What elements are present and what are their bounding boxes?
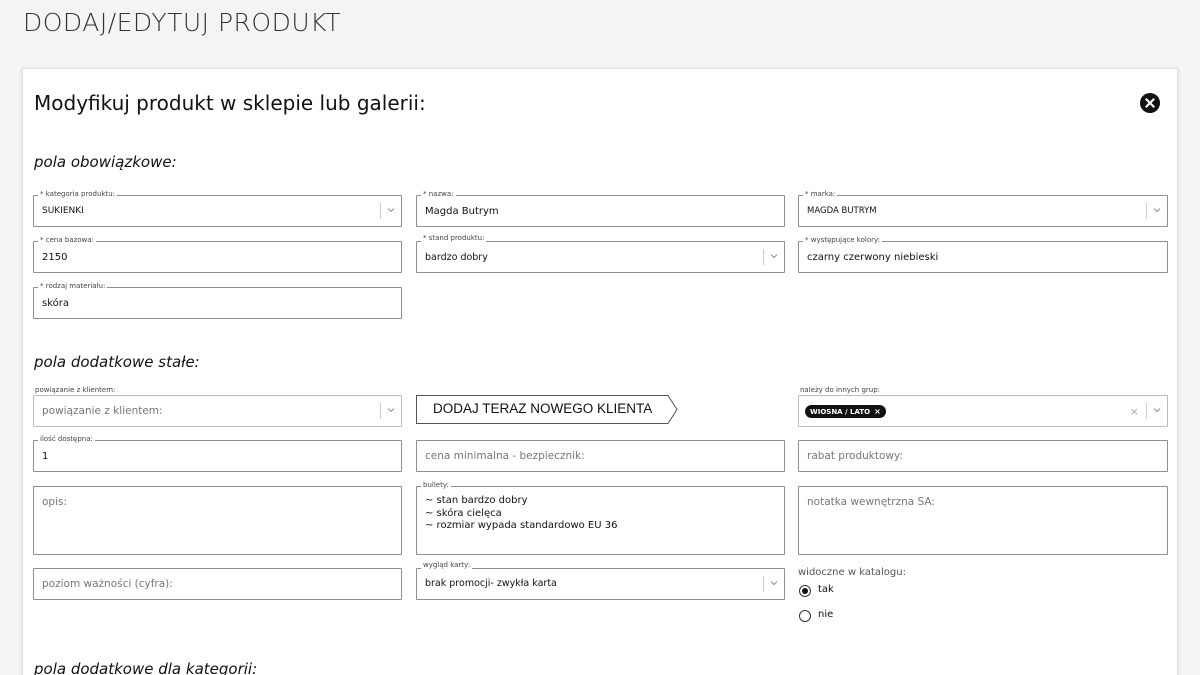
category-select[interactable]: * kategoria produktu: SUKIENKI — [33, 189, 402, 227]
internal-note-textarea[interactable]: notatka wewnętrzna SA: — [798, 486, 1168, 555]
bullet-line: ~ skóra cielęca — [425, 507, 502, 519]
name-field[interactable]: * nazwa: Magda Butrym — [416, 189, 785, 227]
chevron-down-icon — [386, 405, 396, 415]
clear-icon[interactable]: × — [1130, 405, 1139, 418]
base-price-field[interactable]: * cena bazowa: 2150 — [33, 235, 402, 273]
category-value: SUKIENKI — [42, 206, 84, 216]
chevron-down-icon — [1152, 405, 1162, 415]
name-label: * nazwa: — [421, 189, 456, 199]
card-look-select[interactable]: wygląd karty: brak promocji- zwykła kart… — [416, 560, 785, 600]
description-textarea[interactable]: opis: — [33, 486, 402, 555]
groups-label: należy do innych grup: — [800, 386, 881, 394]
chevron-down-icon — [769, 578, 779, 588]
card-look-label: wygląd karty: — [421, 560, 473, 570]
client-placeholder: powiązanie z klientem: — [42, 405, 163, 417]
priority-placeholder: poziom ważności (cyfra): — [42, 578, 173, 590]
material-label: * rodzaj materiału: — [38, 281, 108, 291]
visibility-no-label: nie — [818, 609, 834, 620]
close-icon[interactable] — [1140, 93, 1160, 113]
colors-field[interactable]: * występujące kolory: czarny czerwony ni… — [798, 235, 1168, 273]
group-tag-label: WIOSNA / LATO — [810, 408, 871, 416]
brand-select[interactable]: * marka: MAGDA BUTRYM — [798, 189, 1168, 227]
base-price-label: * cena bazowa: — [38, 235, 96, 245]
section-extra-title: pola dodatkowe stałe: — [34, 353, 200, 371]
base-price-value: 2150 — [42, 252, 68, 263]
chevron-down-icon — [386, 205, 396, 215]
colors-label: * występujące kolory: — [803, 235, 882, 245]
category-label: * kategoria produktu: — [38, 189, 117, 199]
discount-placeholder: rabat produktowy: — [807, 450, 903, 462]
visibility-no-radio[interactable] — [799, 610, 811, 622]
priority-field[interactable]: poziom ważności (cyfra): — [33, 568, 402, 600]
bullet-line: ~ stan bardzo dobry — [425, 495, 528, 506]
quantity-value: 1 — [42, 451, 49, 462]
quantity-label: ilość dostępna: — [38, 434, 95, 444]
group-tag[interactable]: WIOSNA / LATO × — [805, 405, 886, 418]
min-price-placeholder: cena minimalna - bezpiecznik: — [425, 450, 585, 462]
catalog-visibility-label: widoczne w katalogu: — [798, 567, 906, 578]
bullets-value: ~ stan bardzo dobry ~ skóra cielęca ~ ro… — [425, 495, 617, 533]
bullets-label: bullety: — [421, 480, 451, 490]
description-placeholder: opis: — [42, 496, 68, 508]
add-new-client-button[interactable]: DODAJ TERAZ NOWEGO KLIENTA — [416, 395, 678, 424]
brand-label: * marka: — [803, 189, 838, 199]
page-title: DODAJ/EDYTUJ PRODUKT — [23, 8, 341, 37]
condition-value: bardzo dobry — [425, 252, 488, 263]
condition-select[interactable]: * stand produktu: bardzo dobry — [416, 233, 785, 273]
client-label: powiązanie z klientem: — [35, 386, 116, 394]
groups-select[interactable]: należy do innych grup: WIOSNA / LATO × × — [798, 386, 1168, 427]
card-look-value: brak promocji- zwykła karta — [425, 578, 557, 589]
tag-remove-icon[interactable]: × — [874, 407, 881, 416]
discount-field[interactable]: rabat produktowy: — [798, 440, 1168, 472]
colors-value: czarny czerwony niebieski — [807, 252, 939, 263]
bullet-line: ~ rozmiar wypada standardowo EU 36 — [425, 520, 618, 531]
add-new-client-label: DODAJ TERAZ NOWEGO KLIENTA — [433, 401, 653, 416]
visibility-yes-label: tak — [818, 584, 834, 595]
visibility-yes-radio[interactable] — [799, 585, 811, 597]
client-select[interactable]: powiązanie z klientem: powiązanie z klie… — [33, 386, 402, 427]
condition-label: * stand produktu: — [421, 233, 487, 243]
chevron-down-icon — [1152, 205, 1162, 215]
chevron-down-icon — [769, 251, 779, 261]
modal-title: Modyfikuj produkt w sklepie lub galerii: — [34, 91, 426, 115]
internal-note-placeholder: notatka wewnętrzna SA: — [807, 496, 935, 508]
min-price-field[interactable]: cena minimalna - bezpiecznik: — [416, 440, 785, 472]
quantity-field[interactable]: ilość dostępna: 1 — [33, 434, 402, 472]
material-field[interactable]: * rodzaj materiału: skóra — [33, 281, 402, 319]
bullets-textarea[interactable]: bullety: ~ stan bardzo dobry ~ skóra cie… — [416, 480, 785, 555]
brand-value: MAGDA BUTRYM — [807, 206, 877, 216]
section-required-title: pola obowiązkowe: — [34, 153, 177, 171]
section-category-title: pola dodatkowe dla kategorii: — [34, 660, 258, 675]
material-value: skóra — [42, 298, 70, 309]
name-value: Magda Butrym — [425, 206, 499, 217]
